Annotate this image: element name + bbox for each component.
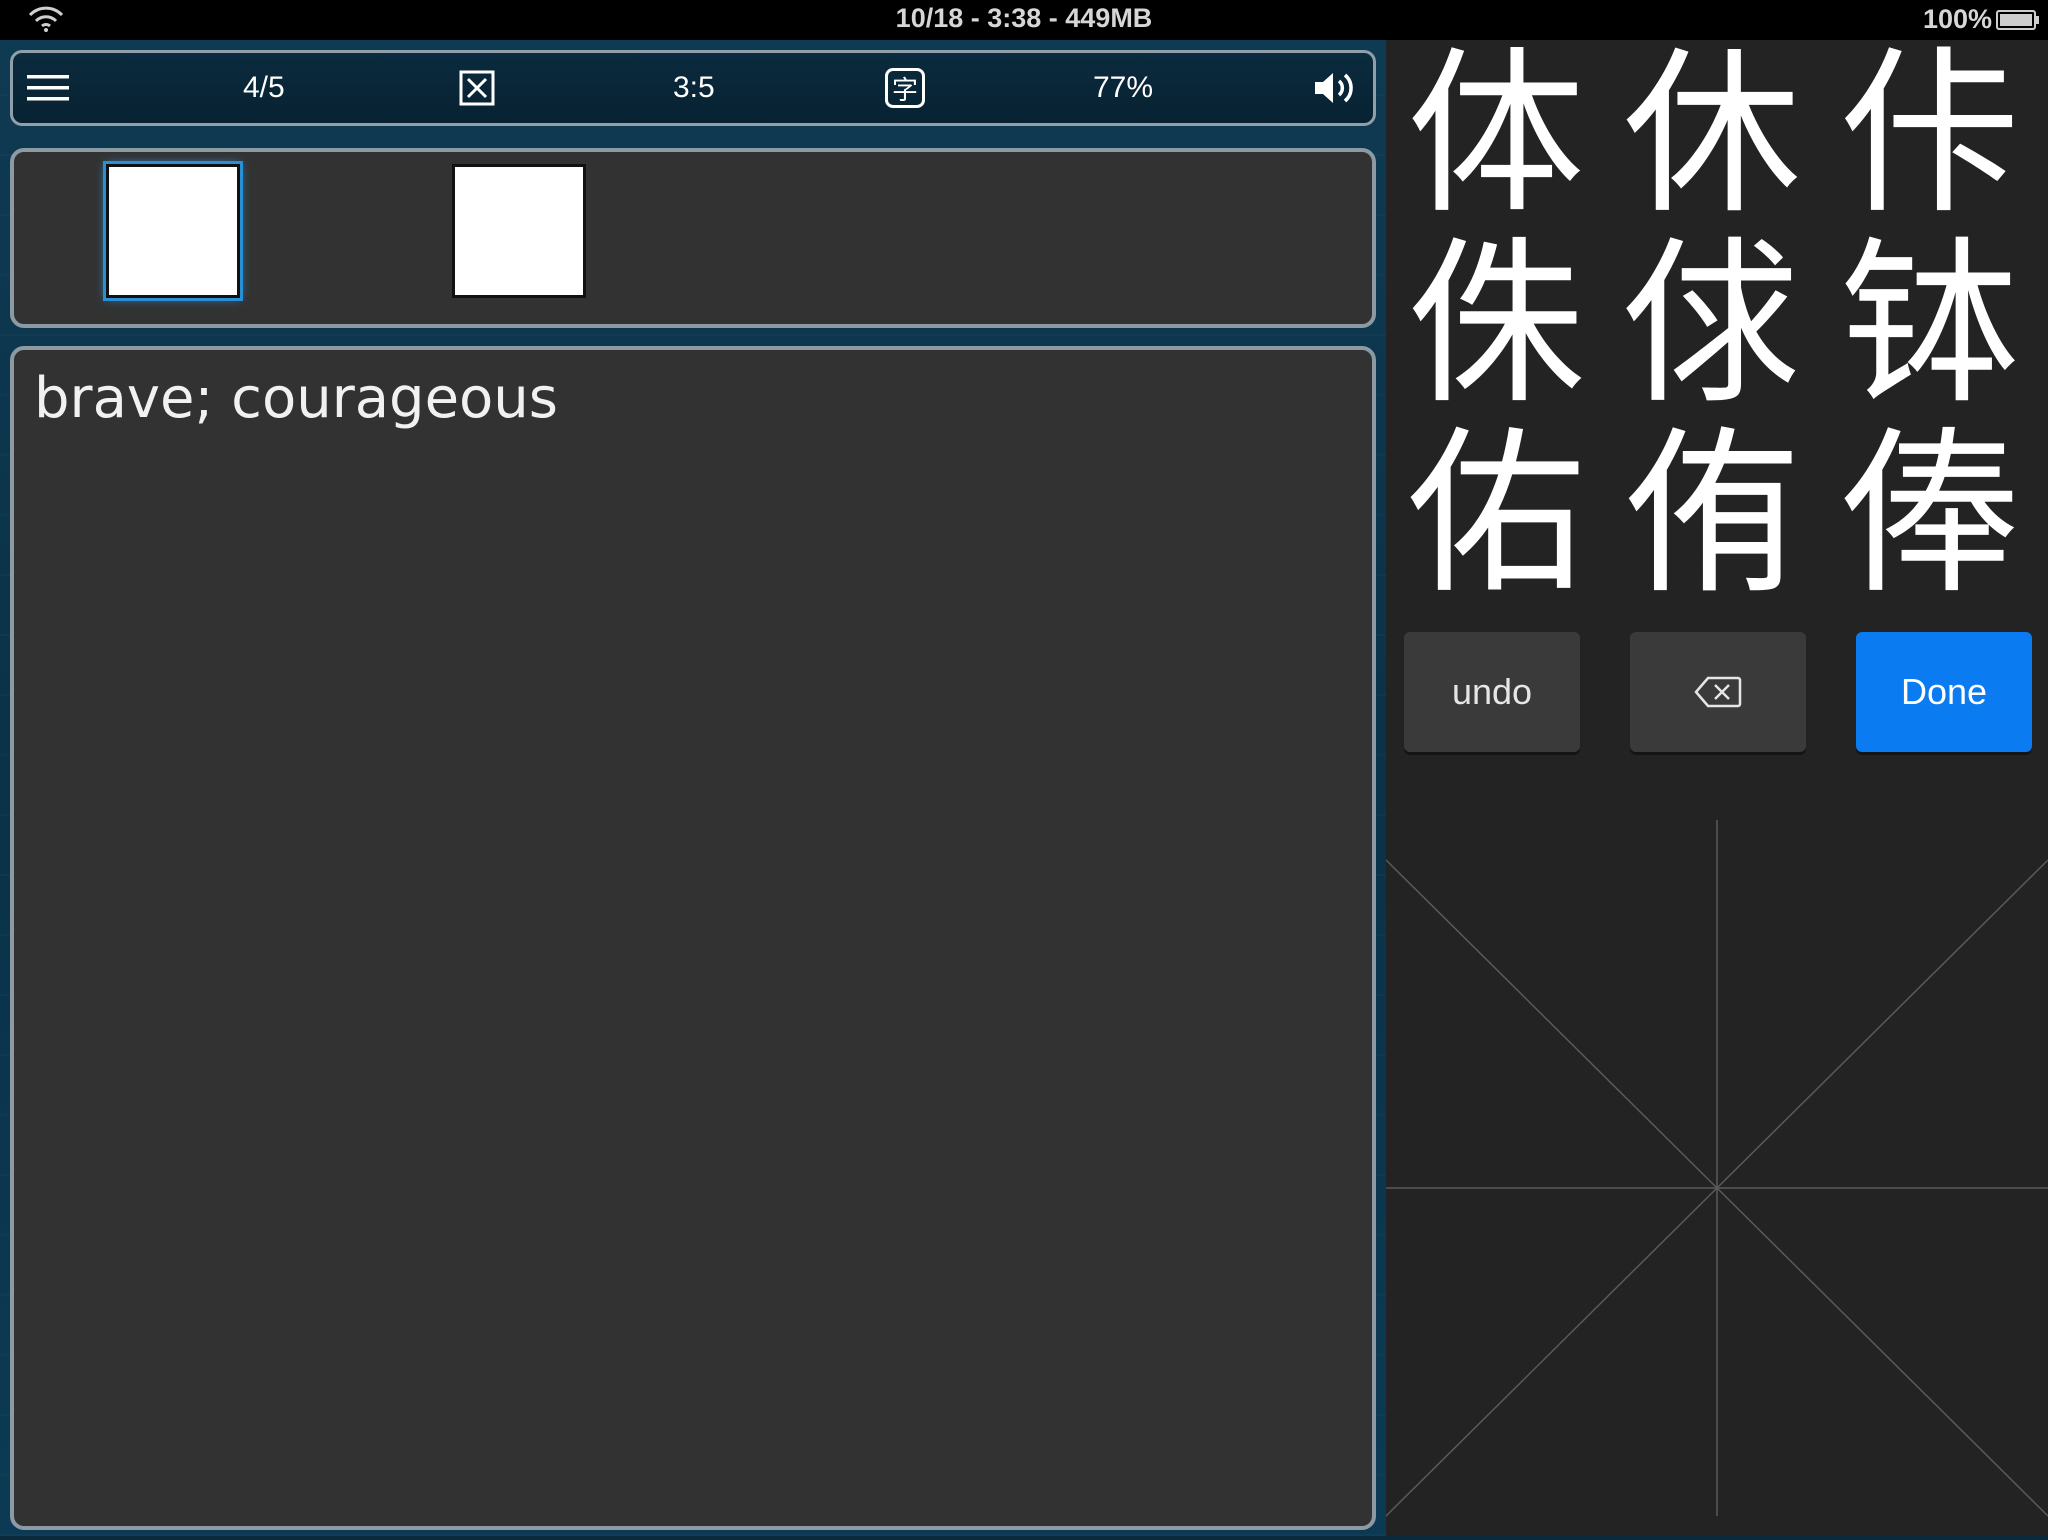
definition-text: brave; courageous xyxy=(34,366,558,431)
status-info: 10/18 - 3:38 - 449MB xyxy=(895,3,1153,33)
backspace-icon xyxy=(1694,676,1742,708)
done-button[interactable]: Done xyxy=(1856,632,2032,752)
backspace-button[interactable] xyxy=(1630,632,1806,752)
character-icon-glyph: 字 xyxy=(885,68,925,108)
candidate-character[interactable]: 侑 xyxy=(1612,420,1812,610)
definition-panel: brave; courageous xyxy=(10,346,1376,1530)
candidate-character[interactable]: 体 xyxy=(1396,40,1596,230)
close-card-icon[interactable] xyxy=(459,53,495,123)
candidate-character[interactable]: 侏 xyxy=(1396,230,1596,420)
guide-lines xyxy=(1385,820,2048,1517)
card-progress: 4/5 xyxy=(243,71,285,104)
speaker-icon[interactable] xyxy=(1313,53,1359,123)
candidate-grid: 体 休 佧 侏 俅 钵 佑 侑 俸 xyxy=(1386,40,2048,610)
score-ratio: 3:5 xyxy=(673,71,715,104)
candidate-character[interactable]: 佑 xyxy=(1396,420,1596,610)
candidate-character[interactable]: 休 xyxy=(1612,40,1812,230)
answer-box[interactable] xyxy=(452,164,586,298)
menu-icon[interactable] xyxy=(27,53,69,123)
battery-icon xyxy=(1996,10,2039,30)
answer-box-active[interactable] xyxy=(106,164,240,298)
candidate-character[interactable]: 佧 xyxy=(1830,40,2030,230)
handwriting-pane: 体 休 佧 侏 俅 钵 佑 侑 俸 undo Done xyxy=(1385,40,2048,1536)
undo-button[interactable]: undo xyxy=(1404,632,1580,752)
answer-boxes-panel xyxy=(10,148,1376,328)
candidate-character[interactable]: 俸 xyxy=(1830,420,2030,610)
character-icon[interactable]: 字 xyxy=(885,53,925,123)
study-pane: 4/5 3:5 字 77% brave; courageous xyxy=(0,40,1386,1536)
candidate-character[interactable]: 俅 xyxy=(1612,230,1812,420)
accuracy-percent: 77% xyxy=(1093,71,1154,104)
candidate-character[interactable]: 钵 xyxy=(1830,230,2030,420)
drawing-canvas[interactable] xyxy=(1385,820,2048,1536)
toolbar: 4/5 3:5 字 77% xyxy=(10,50,1376,126)
